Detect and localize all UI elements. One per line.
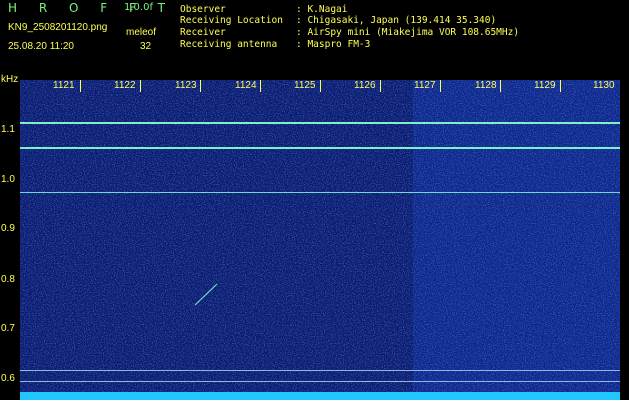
- x-label: 1128: [475, 80, 497, 91]
- header: H R O F F T 1.0.0f KN9_2508201120.png me…: [0, 0, 629, 74]
- x-label: 1130: [593, 80, 615, 91]
- x-label: 1123: [175, 80, 197, 91]
- y-label: 0.9: [1, 223, 15, 234]
- signal-line-4: [20, 370, 620, 371]
- observer-key: Observer: [180, 4, 226, 15]
- x-tick: [380, 80, 381, 92]
- location-key: Receiving Location: [180, 15, 283, 26]
- y-label: 0.7: [1, 323, 15, 334]
- signal-line-3: [20, 192, 620, 193]
- y-axis-unit: kHz: [1, 74, 19, 85]
- x-tick: [140, 80, 141, 92]
- x-label: 1127: [414, 80, 436, 91]
- datetime-label: 25.08.20 11:20: [8, 41, 74, 52]
- x-label: 1121: [53, 80, 75, 91]
- signal-line-2: [20, 147, 620, 149]
- meleof-value: 32: [140, 41, 152, 52]
- receiver-value: : AirSpy mini (Miakejima VOR 108.65MHz): [296, 27, 520, 38]
- x-tick: [260, 80, 261, 92]
- y-label: 1.0: [1, 174, 15, 185]
- x-tick: [80, 80, 81, 92]
- y-label: 0.6: [1, 373, 15, 384]
- x-label: 1125: [294, 80, 316, 91]
- antenna-value: : Maspro FM-3: [296, 39, 371, 50]
- observer-value: : K.Nagai: [296, 4, 348, 15]
- x-label: 1124: [235, 80, 257, 91]
- meleof-label: meleof: [126, 27, 157, 38]
- app-version: 1.0.0f: [124, 2, 153, 13]
- x-label: 1126: [354, 80, 376, 91]
- receiver-key: Receiver: [180, 27, 226, 38]
- spectrogram-plot: [20, 80, 620, 392]
- location-value: : Chigasaki, Japan (139.414 35.340): [296, 15, 497, 26]
- x-tick: [200, 80, 201, 92]
- x-tick: [500, 80, 501, 92]
- right-margin: [620, 74, 629, 400]
- filename-label: KN9_2508201120.png: [8, 22, 108, 33]
- antenna-key: Receiving antenna: [180, 39, 278, 50]
- x-label: 1122: [114, 80, 136, 91]
- x-tick: [440, 80, 441, 92]
- signal-line-1: [20, 122, 620, 124]
- y-label: 0.8: [1, 274, 15, 285]
- x-tick: [560, 80, 561, 92]
- spectrogram-noise: [20, 80, 620, 392]
- y-axis: [0, 74, 20, 400]
- x-label: 1129: [534, 80, 556, 91]
- baseline-band: [20, 392, 620, 400]
- y-label: 1.1: [1, 124, 15, 135]
- signal-line-5: [20, 381, 620, 382]
- x-tick: [320, 80, 321, 92]
